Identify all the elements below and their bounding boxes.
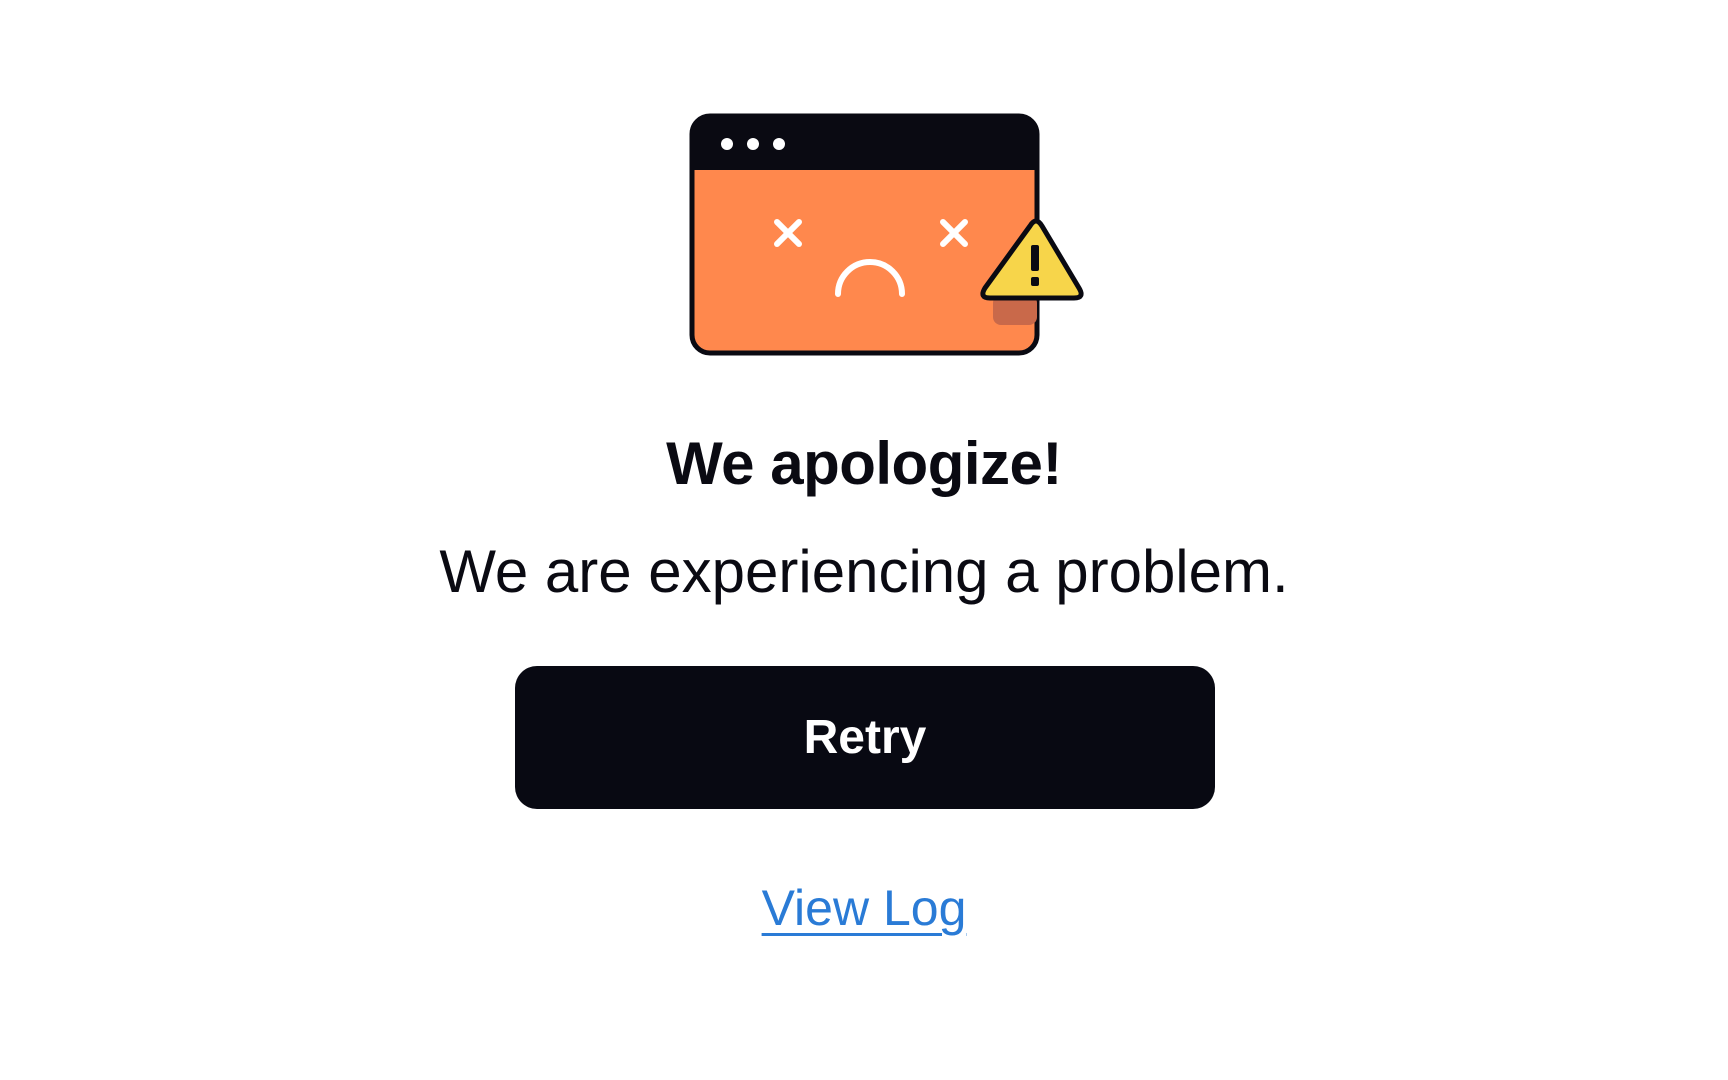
broken-browser-window-illustration xyxy=(689,113,1084,356)
window-dot-icon xyxy=(721,138,733,150)
error-title: We apologize! xyxy=(666,430,1062,497)
retry-button-label: Retry xyxy=(803,711,927,764)
error-page: We apologize! We are experiencing a prob… xyxy=(0,0,1728,1080)
view-log-container: View Log xyxy=(0,878,1728,938)
view-log-link[interactable]: View Log xyxy=(762,880,967,936)
window-dot-icon xyxy=(747,138,759,150)
browser-window-icon xyxy=(689,113,1040,356)
window-dot-icon xyxy=(773,138,785,150)
error-message: We are experiencing a problem. xyxy=(439,538,1289,605)
retry-button[interactable]: Retry xyxy=(515,666,1215,809)
